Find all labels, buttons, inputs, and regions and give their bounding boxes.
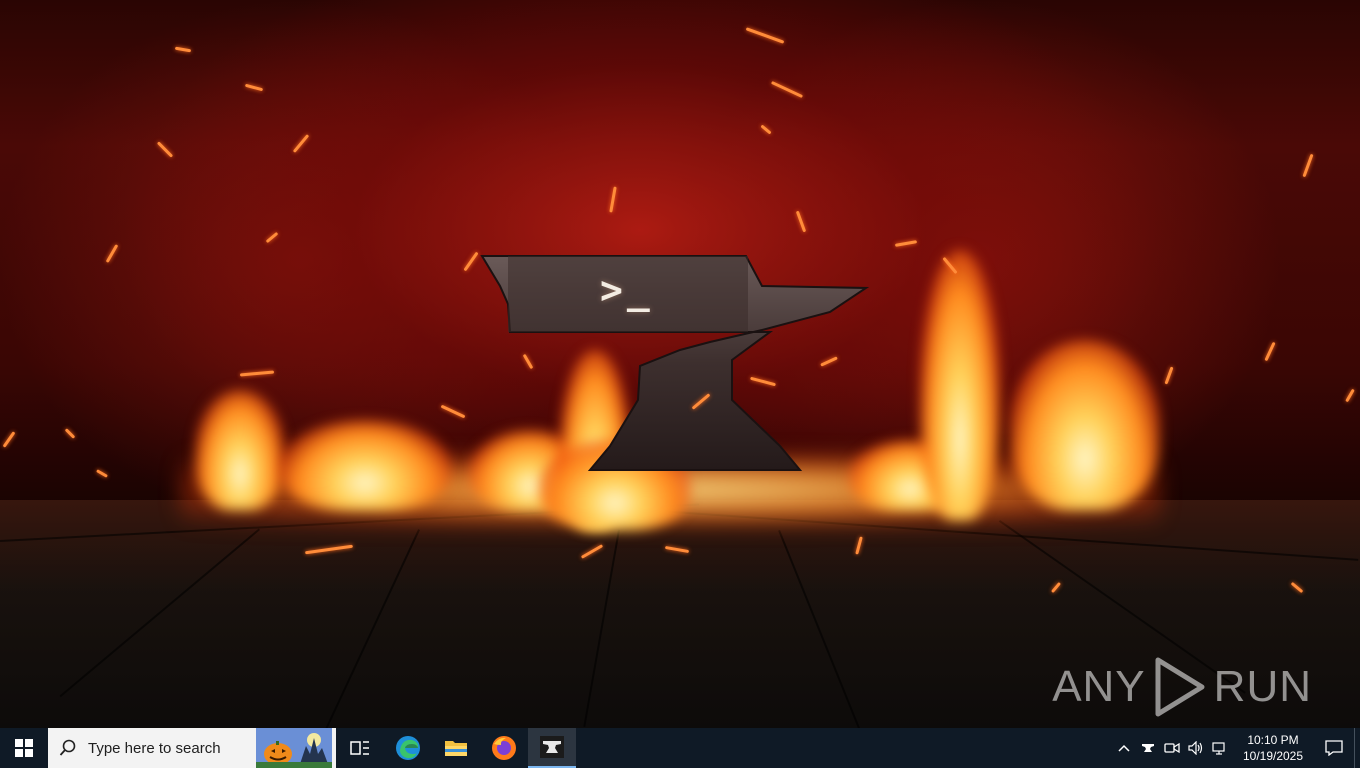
spark [440, 404, 466, 419]
spark [760, 124, 772, 135]
anvil-app-icon [540, 736, 564, 758]
spark [1345, 388, 1355, 403]
volume-icon[interactable] [1184, 728, 1208, 768]
windows-logo-icon [15, 739, 33, 757]
anvil-tray-icon[interactable] [1136, 728, 1160, 768]
floor-crack [316, 529, 420, 728]
spark [1164, 366, 1174, 385]
spark [292, 134, 310, 153]
prompt-glyph: >_ [600, 268, 654, 312]
desktop-wallpaper: >_ ANY RUN [0, 0, 1360, 728]
show-hidden-icons-chevron-up-icon[interactable] [1112, 728, 1136, 768]
spark [795, 210, 807, 233]
clock-date: 10/19/2025 [1242, 749, 1304, 763]
terminal-app-taskbar-button[interactable] [528, 728, 576, 768]
spark [64, 428, 76, 439]
spark [174, 46, 192, 53]
edge-taskbar-button[interactable] [384, 728, 432, 768]
clock-time: 10:10 PM [1247, 733, 1299, 747]
spark [609, 186, 617, 213]
taskbar-search-box[interactable]: Type here to search [48, 728, 336, 768]
anvil-logo: >_ [470, 250, 870, 510]
action-center-button[interactable] [1314, 728, 1354, 768]
search-icon [48, 739, 88, 757]
floor-crack [583, 529, 620, 727]
spark [265, 231, 279, 244]
spark [2, 431, 16, 448]
floor-crack [59, 528, 260, 698]
taskbar: Type here to search 10:10 PM 10/19/2025 [0, 728, 1360, 768]
play-logo-icon [1155, 657, 1205, 717]
halloween-search-highlight-icon [256, 728, 332, 768]
search-placeholder: Type here to search [88, 739, 221, 757]
flame [280, 420, 450, 510]
flame [195, 390, 285, 510]
floor-crack [778, 530, 863, 728]
folder-icon [445, 741, 467, 756]
spark [239, 370, 275, 377]
notification-icon [1325, 740, 1343, 756]
spark [244, 83, 264, 92]
spark [770, 80, 804, 99]
meet-now-icon[interactable] [1160, 728, 1184, 768]
flame [1010, 340, 1160, 510]
anvil-icon [480, 255, 870, 471]
spark [1302, 153, 1314, 178]
start-button[interactable] [0, 728, 48, 768]
spark [745, 27, 785, 44]
system-tray: 10:10 PM 10/19/2025 [1112, 728, 1360, 768]
task-view-button[interactable] [336, 728, 384, 768]
firefox-taskbar-button[interactable] [480, 728, 528, 768]
spark [894, 240, 918, 247]
spark [105, 244, 119, 263]
edge-icon [396, 736, 420, 760]
flame [920, 250, 1000, 520]
taskbar-clock[interactable]: 10:10 PM 10/19/2025 [1232, 732, 1314, 764]
task-view-icon [350, 741, 369, 755]
anyrun-watermark: ANY RUN [1052, 656, 1312, 718]
spark [96, 469, 108, 478]
network-icon[interactable] [1208, 728, 1232, 768]
show-desktop-button[interactable] [1354, 728, 1360, 768]
spark [1264, 341, 1276, 362]
spark [156, 141, 174, 158]
watermark-left-text: ANY [1052, 662, 1146, 711]
firefox-icon [492, 736, 516, 760]
file-explorer-taskbar-button[interactable] [432, 728, 480, 768]
watermark-right-text: RUN [1213, 662, 1312, 711]
